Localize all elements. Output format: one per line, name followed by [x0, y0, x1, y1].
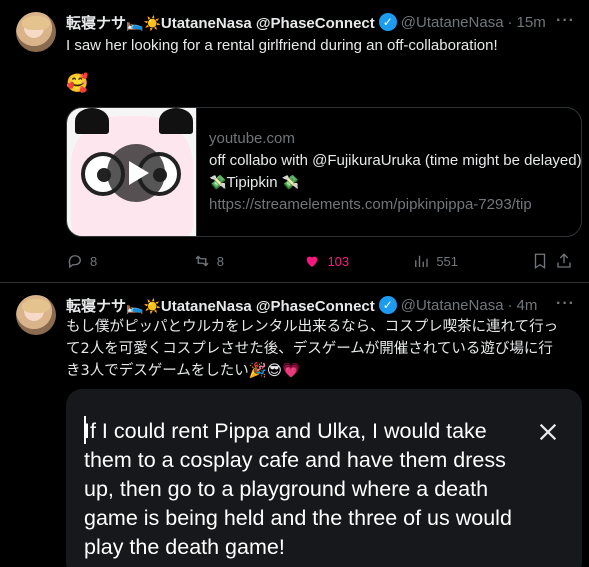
- share-icon: [557, 253, 571, 268]
- repost-count: 8: [216, 253, 224, 269]
- money-emoji: 💸: [281, 175, 300, 191]
- reply-count: 8: [90, 253, 98, 269]
- user-handle[interactable]: @UtataneNasa: [401, 297, 504, 314]
- like-button[interactable]: 103: [303, 252, 412, 270]
- sun-emoji: ☀️: [143, 298, 161, 315]
- text-cursor: [84, 416, 86, 444]
- avatar[interactable]: [16, 295, 56, 335]
- separator-dot: ·: [507, 296, 513, 314]
- verified-badge-icon[interactable]: ✓: [378, 296, 397, 314]
- link-card[interactable]: youtube.com off collabo with @FujikuraUr…: [66, 107, 582, 237]
- action-bar: 8 8 103 551: [66, 250, 573, 272]
- play-icon[interactable]: [107, 144, 165, 202]
- bookmark-button[interactable]: [531, 252, 555, 270]
- card-tip-line: 💸Tipipkin 💸: [209, 174, 300, 191]
- character-ear: [75, 108, 109, 134]
- view-count: 551: [436, 253, 459, 269]
- tweet-text-line: き3人でデスゲームをしたい🎉😎💗: [66, 363, 301, 379]
- views-icon: [415, 255, 429, 267]
- card-body: youtube.com off collabo with @FujikuraUr…: [197, 108, 581, 236]
- tweet-header: 転寝ナサ🛌☀️UtataneNasa @PhaseConnect ✓ @Utat…: [66, 12, 546, 32]
- repost-icon: [195, 255, 209, 267]
- share-button[interactable]: [555, 252, 573, 270]
- reply-icon: [68, 255, 81, 269]
- card-domain: youtube.com: [209, 130, 295, 147]
- tweet-divider: [0, 282, 589, 283]
- tweet-header: 転寝ナサ🛌☀️UtataneNasa @PhaseConnect ✓ @Utat…: [66, 295, 537, 315]
- display-name[interactable]: 転寝ナサ🛌☀️UtataneNasa @PhaseConnect: [66, 295, 375, 316]
- card-url: https://streamelements.com/pipkinpippa-7…: [209, 196, 532, 213]
- heart-icon: [307, 256, 318, 267]
- like-count: 103: [327, 253, 350, 269]
- tweet-text: もし僕がピッパとウルカをレンタル出来るなら、コスプレ喫茶に連れて行っ て2人を可…: [66, 316, 573, 382]
- translation-panel: If I could rent Pippa and Ulka, I would …: [66, 389, 582, 567]
- video-thumbnail[interactable]: [67, 108, 197, 236]
- bed-emoji: 🛌: [126, 15, 144, 32]
- user-handle[interactable]: @UtataneNasa: [401, 14, 504, 31]
- separator-dot: ·: [507, 13, 513, 31]
- timestamp[interactable]: 15m: [517, 14, 546, 31]
- reply-button[interactable]: 8: [66, 252, 193, 270]
- repost-button[interactable]: 8: [193, 252, 304, 270]
- tweet-text-line: もし僕がピッパとウルカをレンタル出来るなら、コスプレ喫茶に連れて行っ: [66, 319, 559, 335]
- translation-text: If I could rent Pippa and Ulka, I would …: [84, 419, 512, 559]
- more-options-icon[interactable]: ···: [556, 295, 575, 313]
- tweet-emoji: 🥰: [66, 73, 89, 94]
- tweet-text-line: て2人を可愛くコスプレさせた後、デスゲームが開催されている遊び場に行: [66, 341, 553, 357]
- timestamp[interactable]: 4m: [517, 297, 538, 314]
- verified-badge-icon[interactable]: ✓: [378, 13, 397, 31]
- bookmark-icon: [534, 253, 545, 270]
- money-emoji: 💸: [209, 175, 227, 191]
- sun-emoji: ☀️: [143, 15, 161, 32]
- close-icon[interactable]: [537, 421, 559, 443]
- character-ear: [159, 108, 193, 134]
- more-options-icon[interactable]: ···: [556, 12, 575, 30]
- card-title: off collabo with @FujikuraUruka (time mi…: [209, 152, 581, 169]
- avatar[interactable]: [16, 12, 56, 52]
- views-button[interactable]: 551: [412, 252, 530, 270]
- tweet-text: I saw her looking for a rental girlfrien…: [66, 37, 498, 54]
- bed-emoji: 🛌: [126, 298, 144, 315]
- display-name[interactable]: 転寝ナサ🛌☀️UtataneNasa @PhaseConnect: [66, 12, 375, 33]
